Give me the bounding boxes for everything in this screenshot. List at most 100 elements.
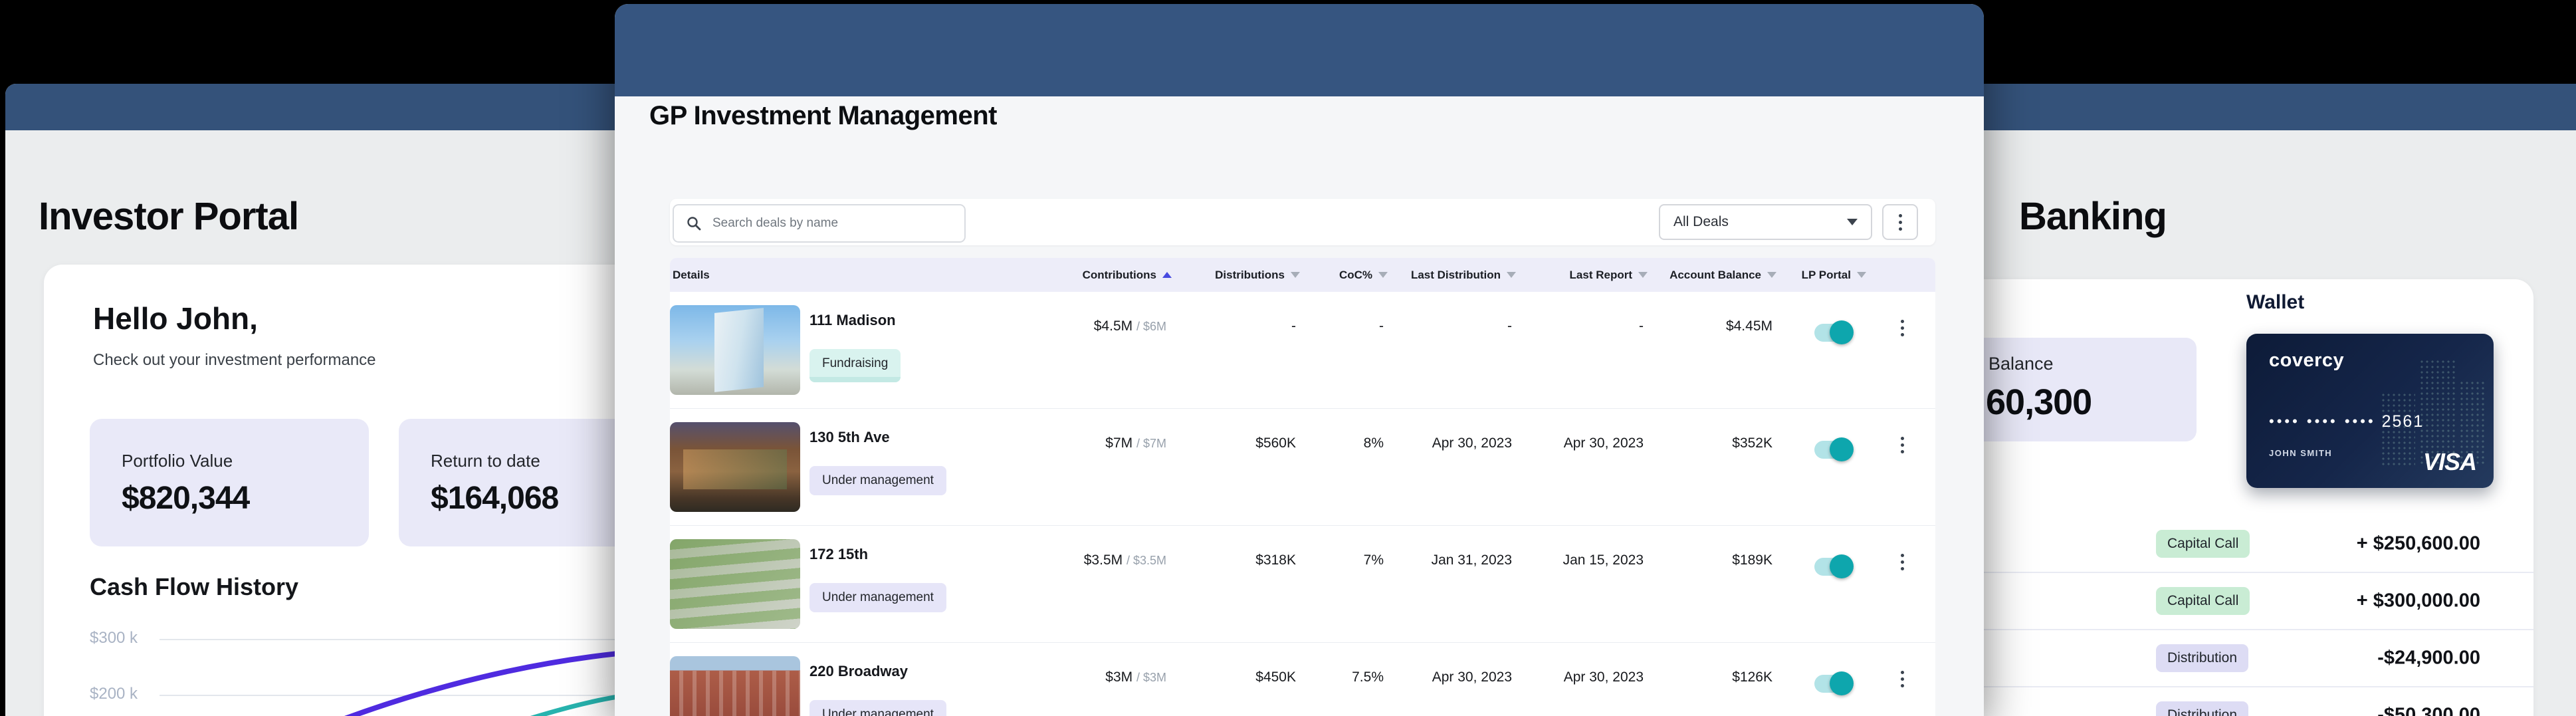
deal-photo	[670, 539, 800, 629]
contributions-cell: $4.5M / $6M	[1094, 318, 1166, 334]
portfolio-value-amount: $820,344	[122, 480, 249, 517]
distributions-cell: -	[1291, 318, 1296, 334]
lp-portal-toggle[interactable]	[1814, 675, 1852, 693]
deal-photo	[670, 305, 800, 395]
deal-search[interactable]	[673, 204, 966, 243]
transaction-row[interactable]: Capital Call + $300,000.00	[1954, 573, 2533, 630]
deal-row-172-15th[interactable]: 172 15th Under management $3.5M / $3.5M …	[670, 526, 1935, 643]
transaction-row[interactable]: Distribution -$50,300.00	[1954, 687, 2533, 716]
lp-portal-toggle[interactable]	[1814, 324, 1852, 342]
wallet-heading: Wallet	[2246, 291, 2304, 314]
header-distributions[interactable]: Distributions	[1167, 258, 1300, 292]
deals-toolbar: All Deals	[670, 199, 1935, 245]
visa-logo: VISA	[2423, 448, 2476, 476]
transaction-amount: -$50,300.00	[2377, 705, 2480, 716]
return-to-date-amount: $164,068	[431, 480, 558, 517]
distributions-cell: $560K	[1255, 435, 1296, 451]
greeting-subtitle: Check out your investment performance	[93, 351, 376, 370]
card-number-suffix: 2561	[2382, 412, 2424, 431]
sort-desc-icon	[1767, 272, 1776, 278]
last-report-cell: -	[1639, 318, 1644, 334]
header-last-distribution[interactable]: Last Distribution	[1363, 258, 1516, 292]
coc-cell: 8%	[1364, 435, 1384, 451]
balance-card: Balance 60,300	[1947, 338, 2197, 441]
header-contributions[interactable]: Contributions	[1025, 258, 1172, 292]
distributions-cell: $318K	[1255, 552, 1296, 568]
balance-label: Balance	[1988, 354, 2054, 374]
lp-portal-toggle[interactable]	[1814, 558, 1852, 576]
status-badge-under-management: Under management	[809, 466, 946, 495]
balance-amount: 60,300	[1986, 382, 2092, 423]
transaction-type-badge: Capital Call	[2156, 587, 2250, 615]
deals-filter-select[interactable]: All Deals	[1659, 204, 1872, 240]
transaction-type-badge: Capital Call	[2156, 530, 2250, 558]
coc-cell: 7%	[1364, 552, 1384, 568]
portfolio-value-card: Portfolio Value $820,344	[90, 419, 369, 546]
transaction-type-badge: Distribution	[2156, 701, 2248, 716]
last-distribution-cell: Apr 30, 2023	[1432, 669, 1512, 685]
account-balance-cell: $126K	[1732, 669, 1772, 685]
contributions-cell: $3.5M / $3.5M	[1084, 552, 1166, 568]
transactions-list: Capital Call + $250,600.00 Capital Call …	[1954, 516, 2533, 716]
transaction-row[interactable]: Distribution -$24,900.00	[1954, 630, 2533, 687]
transaction-amount: + $250,600.00	[2357, 533, 2480, 555]
search-input[interactable]	[711, 215, 940, 231]
deal-photo	[670, 422, 800, 512]
sort-desc-icon	[1507, 272, 1516, 278]
marketing-composite: Investor Portal Hello John, Check out yo…	[0, 0, 2576, 716]
deal-name: 130 5th Ave	[809, 429, 890, 446]
header-lp-portal[interactable]: LP Portal	[1780, 258, 1866, 292]
last-distribution-cell: -	[1507, 318, 1512, 334]
deal-name: 172 15th	[809, 546, 868, 563]
fundraising-progress-bar	[809, 377, 901, 382]
deal-row-220-broadway[interactable]: 220 Broadway Under management $3M / $3M …	[670, 643, 1935, 716]
account-balance-cell: $352K	[1732, 435, 1772, 451]
distributions-cell: $450K	[1255, 669, 1296, 685]
sort-desc-icon	[1291, 272, 1300, 278]
header-details[interactable]: Details	[673, 258, 710, 292]
deal-photo	[670, 656, 800, 716]
last-report-cell: Apr 30, 2023	[1564, 435, 1644, 451]
toolbar-kebab-menu-button[interactable]	[1882, 204, 1918, 240]
gp-panel-titlebar	[615, 4, 1984, 96]
deal-row-111-madison[interactable]: 111 Madison Fundraising $4.5M / $6M - - …	[670, 292, 1935, 409]
last-report-cell: Apr 30, 2023	[1564, 669, 1644, 685]
deal-name: 111 Madison	[809, 312, 896, 329]
deal-row-130-5th-ave[interactable]: 130 5th Ave Under management $7M / $7M $…	[670, 409, 1935, 526]
contributions-cell: $3M / $3M	[1105, 669, 1166, 685]
chevron-down-icon	[1847, 219, 1858, 225]
deals-table-header: Details Contributions Distributions CoC%…	[670, 258, 1935, 292]
row-kebab-menu-button[interactable]	[1898, 317, 1907, 339]
card-number-masked: •••• •••• ••••	[2269, 413, 2376, 429]
portfolio-value-label: Portfolio Value	[122, 451, 233, 471]
banking-title: Banking	[2019, 194, 2167, 239]
transaction-type-badge: Distribution	[2156, 644, 2248, 672]
cash-flow-chart	[44, 585, 618, 716]
last-report-cell: Jan 15, 2023	[1563, 552, 1644, 568]
row-kebab-menu-button[interactable]	[1898, 551, 1907, 573]
row-kebab-menu-button[interactable]	[1898, 434, 1907, 456]
last-distribution-cell: Jan 31, 2023	[1432, 552, 1512, 568]
card-number: •••• •••• •••• 2561	[2269, 412, 2424, 431]
deals-table: Details Contributions Distributions CoC%…	[670, 258, 1935, 716]
deals-filter-value: All Deals	[1673, 214, 1729, 230]
status-badge-under-management: Under management	[809, 700, 946, 716]
lp-portal-toggle[interactable]	[1814, 441, 1852, 459]
gp-panel-title: GP Investment Management	[649, 101, 997, 131]
card-holder-name: JOHN SMITH	[2269, 448, 2332, 458]
gp-investment-panel: GP Investment Management All Deals Detai…	[615, 4, 1984, 716]
covercy-credit-card: covercy •••• •••• •••• 2561 JOHN SMITH V…	[2246, 334, 2494, 488]
row-kebab-menu-button[interactable]	[1898, 668, 1907, 690]
coc-cell: 7.5%	[1352, 669, 1384, 685]
last-distribution-cell: Apr 30, 2023	[1432, 435, 1512, 451]
return-to-date-label: Return to date	[431, 451, 540, 471]
account-balance-cell: $189K	[1732, 552, 1772, 568]
header-account-balance[interactable]: Account Balance	[1624, 258, 1776, 292]
transaction-amount: -$24,900.00	[2377, 648, 2480, 669]
status-badge-under-management: Under management	[809, 583, 946, 612]
search-icon	[686, 215, 702, 231]
account-balance-cell: $4.45M	[1726, 318, 1772, 334]
deal-name: 220 Broadway	[809, 663, 908, 680]
transaction-row[interactable]: Capital Call + $250,600.00	[1954, 516, 2533, 573]
covercy-logo: covercy	[2269, 350, 2344, 372]
